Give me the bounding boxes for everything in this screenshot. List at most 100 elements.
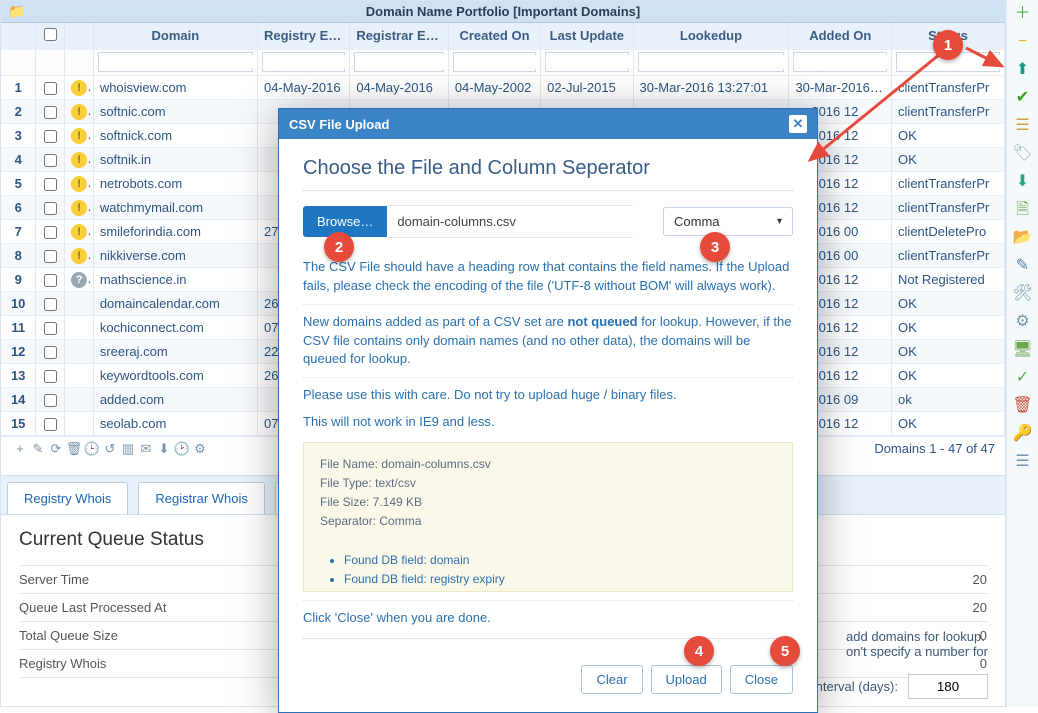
side-tool-icon[interactable]: ☰ [1013, 116, 1033, 136]
column-filter[interactable]: x [545, 52, 628, 72]
cell-domain: softnic.com [93, 99, 257, 123]
footer-tool[interactable]: ⬇ [155, 441, 173, 457]
row-number: 1 [1, 75, 36, 99]
modal-heading: Choose the File and Column Seperator [303, 157, 793, 191]
cell-domain: sreeraj.com [93, 339, 257, 363]
clear-button[interactable]: Clear [581, 665, 642, 694]
side-tool-icon[interactable]: ⬇ [1013, 172, 1033, 192]
row-status-icon: ! [65, 243, 94, 267]
right-toolbar: ＋−⬆✔☰🏷⬇🗎📂✎🛠⚙🖥✓🗑🔑☰ [1006, 0, 1038, 707]
cell-status: OK [892, 315, 1005, 339]
filter-input[interactable] [454, 55, 541, 69]
row-number: 3 [1, 123, 36, 147]
close-button[interactable]: Close [730, 665, 793, 694]
row-number: 12 [1, 339, 36, 363]
filter-input[interactable] [263, 55, 350, 69]
col-header[interactable] [36, 23, 65, 49]
marker-4: 4 [684, 636, 714, 666]
footer-tool[interactable]: ⚙ [191, 441, 209, 457]
side-tool-icon[interactable]: 🛠 [1013, 284, 1033, 304]
col-header[interactable] [1, 23, 36, 49]
cell-status: clientTransferPr [892, 195, 1005, 219]
footer-tool[interactable]: ⟳ [47, 441, 65, 457]
upload-button[interactable]: Upload [651, 665, 722, 694]
row-status-icon: ! [65, 147, 94, 171]
side-tool-icon[interactable]: ☰ [1013, 452, 1033, 472]
row-checkbox[interactable] [44, 298, 57, 311]
row-checkbox[interactable] [44, 322, 57, 335]
side-tool-icon[interactable]: 🏷 [1013, 144, 1033, 164]
marker-5: 5 [770, 636, 800, 666]
side-tool-icon[interactable]: ＋ [1013, 4, 1033, 24]
column-filter[interactable]: x [262, 52, 345, 72]
row-checkbox[interactable] [44, 82, 57, 95]
column-filter[interactable]: x [453, 52, 536, 72]
select-all-checkbox[interactable] [44, 28, 57, 41]
footer-tool[interactable]: + [11, 441, 29, 456]
tab[interactable]: Registrar Whois [138, 482, 264, 514]
filter-input[interactable] [639, 55, 789, 69]
side-tool-icon[interactable]: ✓ [1013, 368, 1033, 388]
row-checkbox[interactable] [44, 346, 57, 359]
footer-tool[interactable]: 🕒 [83, 441, 101, 457]
filter-input[interactable] [99, 55, 258, 69]
chevron-down-icon: ▾ [777, 216, 782, 227]
row-status-icon [65, 411, 94, 435]
row-checkbox[interactable] [44, 226, 57, 239]
column-filter[interactable]: x [98, 52, 253, 72]
cell-domain: netrobots.com [93, 171, 257, 195]
footer-tool[interactable]: ✎ [29, 441, 47, 457]
col-header[interactable]: Domain [93, 23, 257, 49]
col-header[interactable] [65, 23, 94, 49]
column-filter[interactable]: x [638, 52, 785, 72]
side-note: add domains for lookup.on't specify a nu… [846, 629, 988, 659]
row-checkbox[interactable] [44, 178, 57, 191]
row-checkbox[interactable] [44, 106, 57, 119]
row-number: 9 [1, 267, 36, 291]
row-number: 4 [1, 147, 36, 171]
row-checkbox[interactable] [44, 250, 57, 263]
col-header[interactable]: Created On [448, 23, 540, 49]
separator-select[interactable]: Comma▾ [663, 207, 793, 236]
side-tool-icon[interactable]: ✔ [1013, 88, 1033, 108]
footer-tool[interactable]: 🕑 [173, 441, 191, 457]
row-status-icon [65, 291, 94, 315]
row-checkbox[interactable] [44, 202, 57, 215]
side-tool-icon[interactable]: 🖥 [1013, 340, 1033, 360]
side-tool-icon[interactable]: ✎ [1013, 256, 1033, 276]
side-tool-icon[interactable]: 🗎 [1013, 200, 1033, 220]
footer-tool[interactable]: 🗑 [65, 441, 83, 457]
cell-domain: seolab.com [93, 411, 257, 435]
cell-domain: whoisview.com [93, 75, 257, 99]
row-number: 10 [1, 291, 36, 315]
col-header[interactable]: Registry Expiry [257, 23, 349, 49]
tab[interactable]: Registry Whois [7, 482, 128, 514]
row-checkbox[interactable] [44, 130, 57, 143]
row-checkbox[interactable] [44, 154, 57, 167]
filter-input[interactable] [546, 55, 633, 69]
side-tool-icon[interactable]: ⚙ [1013, 312, 1033, 332]
footer-tool[interactable]: ↺ [101, 441, 119, 457]
side-tool-icon[interactable]: 🔑 [1013, 424, 1033, 444]
col-header[interactable]: Lookedup [633, 23, 789, 49]
footer-tool[interactable]: ▥ [119, 441, 137, 457]
modal-info-2: New domains added as part of a CSV set a… [303, 304, 793, 370]
filter-input[interactable] [355, 55, 448, 69]
row-status-icon: ! [65, 123, 94, 147]
column-filter[interactable]: x [354, 52, 444, 72]
row-checkbox[interactable] [44, 370, 57, 383]
row-checkbox[interactable] [44, 418, 57, 431]
cell-status: clientDeletePro [892, 219, 1005, 243]
side-tool-icon[interactable]: 📂 [1013, 228, 1033, 248]
row-checkbox[interactable] [44, 274, 57, 287]
cell-registrar-expiry: 04-May-2016 [350, 75, 449, 99]
row-checkbox[interactable] [44, 394, 57, 407]
refresh-input[interactable] [908, 674, 988, 699]
footer-tool[interactable]: ✉ [137, 441, 155, 457]
col-header[interactable]: Last Update [541, 23, 633, 49]
row-status-icon [65, 339, 94, 363]
col-header[interactable]: Registrar Expiry [350, 23, 449, 49]
row-number: 6 [1, 195, 36, 219]
csv-upload-modal: CSV File Upload ✕ Choose the File and Co… [278, 108, 818, 713]
side-tool-icon[interactable]: 🗑 [1013, 396, 1033, 416]
